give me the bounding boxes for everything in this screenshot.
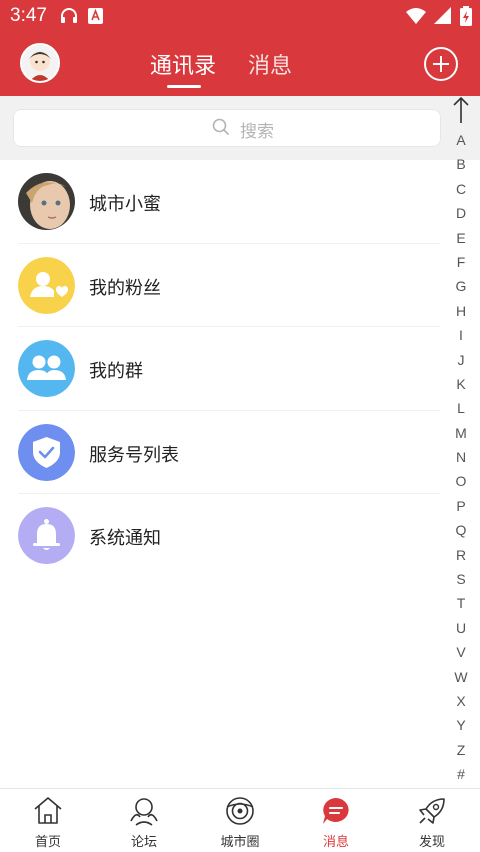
- index-letter[interactable]: O: [448, 469, 474, 493]
- index-letter[interactable]: S: [448, 567, 474, 591]
- nav-messages[interactable]: 消息: [288, 789, 384, 852]
- nav-forum-label: 论坛: [130, 835, 157, 850]
- nav-discover[interactable]: 发现: [384, 789, 480, 852]
- contact-label: 我的群: [89, 361, 143, 382]
- arrow-up-icon[interactable]: [452, 96, 470, 128]
- wifi-icon: [406, 7, 426, 29]
- tab-contacts-label: 通讯录: [150, 54, 217, 79]
- index-letter[interactable]: H: [448, 299, 474, 323]
- tab-messages-label: 消息: [248, 54, 293, 79]
- search-placeholder: 搜索: [240, 122, 274, 142]
- group-icon: [18, 340, 75, 397]
- index-letter[interactable]: J: [448, 348, 474, 372]
- index-letter[interactable]: T: [448, 591, 474, 615]
- nav-messages-label: 消息: [322, 835, 349, 850]
- index-letter[interactable]: L: [448, 396, 474, 420]
- nav-city-circle[interactable]: 城市圈: [192, 789, 288, 852]
- list-item-system-notices[interactable]: 系统通知: [0, 494, 440, 578]
- index-letter[interactable]: D: [448, 201, 474, 225]
- shield-check-icon: [18, 423, 75, 481]
- forum-icon: [128, 795, 160, 827]
- rocket-icon: [416, 795, 448, 827]
- index-letter[interactable]: F: [448, 250, 474, 274]
- app-notification-icon: [88, 8, 103, 28]
- tab-messages[interactable]: 消息: [248, 48, 292, 88]
- tab-active-indicator: [167, 85, 201, 88]
- index-letter[interactable]: C: [448, 177, 474, 201]
- list-item-my-fans[interactable]: 我的粉丝: [0, 244, 440, 327]
- search-icon: [212, 118, 230, 141]
- index-letter[interactable]: Q: [448, 518, 474, 542]
- status-time: 3:47: [10, 5, 47, 26]
- header: 通讯录 消息: [0, 34, 480, 96]
- user-heart-icon: [18, 256, 75, 314]
- list-item-service-accounts[interactable]: 服务号列表: [0, 411, 440, 494]
- bottom-nav: 首页 论坛 城市圈 消息 发现: [0, 788, 480, 852]
- signal-icon: [434, 7, 452, 29]
- contact-label: 我的粉丝: [89, 277, 161, 299]
- add-button[interactable]: [424, 47, 458, 81]
- index-letter[interactable]: U: [448, 616, 474, 640]
- search-input[interactable]: 搜索: [13, 109, 441, 147]
- home-icon: [32, 795, 64, 827]
- index-letter[interactable]: M: [448, 421, 474, 445]
- index-letter[interactable]: V: [448, 640, 474, 664]
- index-letter[interactable]: I: [448, 323, 474, 347]
- battery-icon: [460, 6, 472, 30]
- index-letter[interactable]: Z: [448, 738, 474, 762]
- index-letter[interactable]: E: [448, 226, 474, 250]
- avatar[interactable]: [20, 43, 60, 83]
- index-letter[interactable]: N: [448, 445, 474, 469]
- nav-home-label: 首页: [34, 835, 61, 850]
- user-photo-icon: [18, 173, 75, 230]
- alphabet-index-bar[interactable]: A B C D E F G H I J K L M N O P Q R S T U V W X Y Z #: [448, 96, 474, 786]
- tab-contacts[interactable]: 通讯录: [150, 48, 216, 88]
- index-letter[interactable]: W: [448, 665, 474, 689]
- search-area: 搜索: [0, 96, 480, 160]
- contact-list: 城市小蜜 我的粉丝 我的群 服务号列表 系统通知: [0, 160, 440, 578]
- index-letter[interactable]: B: [448, 152, 474, 176]
- list-item-my-groups[interactable]: 我的群: [0, 327, 440, 411]
- contact-label: 系统通知: [89, 528, 161, 549]
- nav-city-circle-label: 城市圈: [220, 835, 260, 850]
- index-letter[interactable]: K: [448, 372, 474, 396]
- contact-label: 城市小蜜: [89, 194, 161, 215]
- city-circle-icon: [224, 795, 256, 827]
- index-letter[interactable]: R: [448, 543, 474, 567]
- list-item-city-assistant[interactable]: 城市小蜜: [0, 160, 440, 244]
- index-letter[interactable]: A: [448, 128, 474, 152]
- nav-home[interactable]: 首页: [0, 789, 96, 852]
- index-letter[interactable]: X: [448, 689, 474, 713]
- bell-icon: [18, 507, 75, 564]
- headset-icon: [60, 7, 78, 29]
- index-letter[interactable]: Y: [448, 713, 474, 737]
- status-bar: 3:47: [0, 0, 480, 34]
- index-letter[interactable]: #: [448, 762, 474, 786]
- nav-forum[interactable]: 论坛: [96, 789, 192, 852]
- index-letter[interactable]: P: [448, 494, 474, 518]
- message-icon: [320, 795, 352, 827]
- index-letter[interactable]: G: [448, 274, 474, 298]
- nav-discover-label: 发现: [418, 835, 445, 850]
- contact-label: 服务号列表: [89, 444, 179, 466]
